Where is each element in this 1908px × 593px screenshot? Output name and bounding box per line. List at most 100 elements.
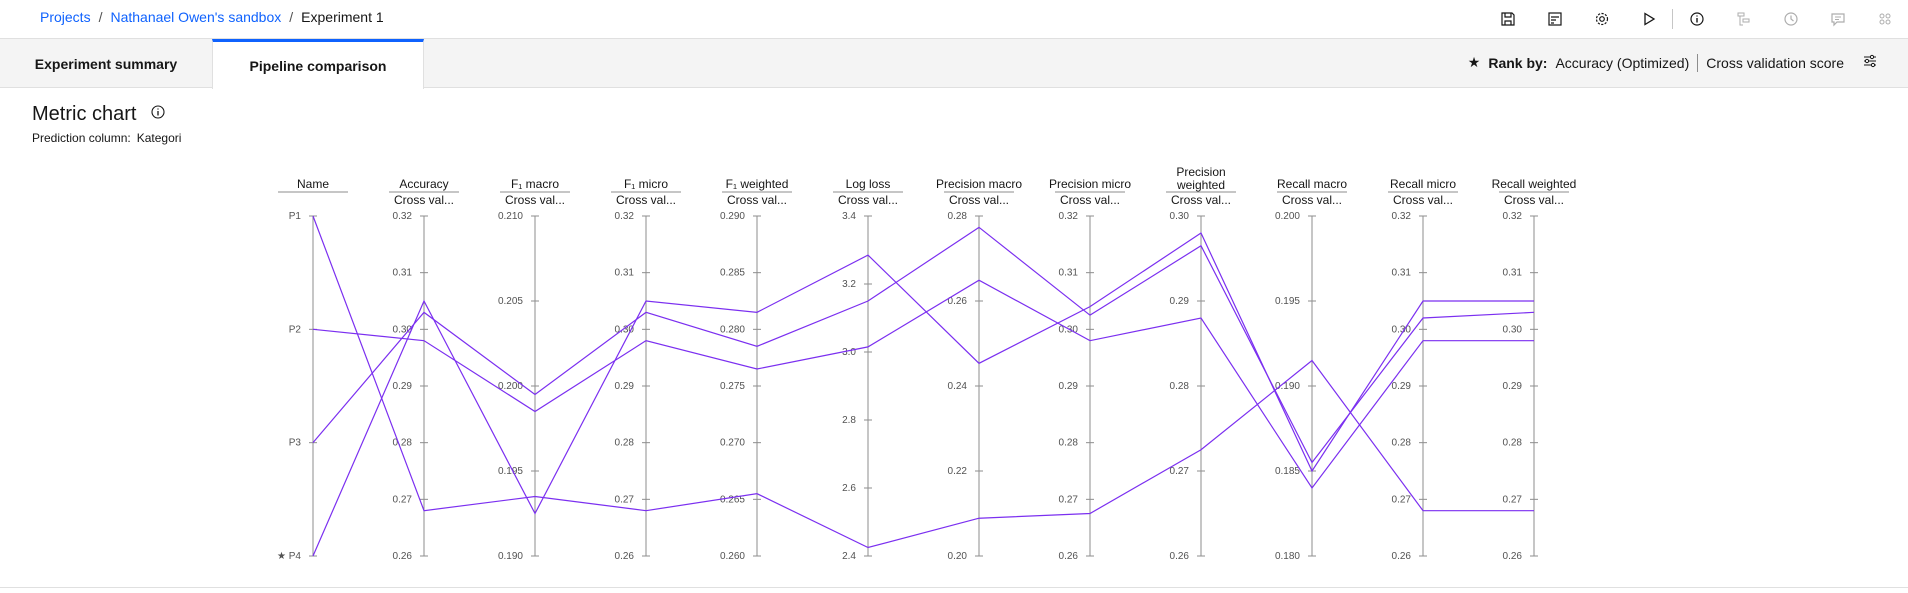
apps-button[interactable] xyxy=(1861,0,1908,38)
tick-label: 0.29 xyxy=(1392,381,1412,392)
run-button[interactable] xyxy=(1625,0,1672,38)
tick-label: 0.28 xyxy=(1503,438,1523,449)
axis-title: Precision micro xyxy=(1049,177,1131,191)
tick-label: 0.27 xyxy=(1503,494,1523,505)
tick-label: 0.31 xyxy=(1392,268,1412,279)
tick-label: 2.8 xyxy=(842,415,856,426)
tick-label: 0.31 xyxy=(615,268,635,279)
tick-label: 0.26 xyxy=(615,551,635,562)
tick-label: 0.22 xyxy=(948,466,968,477)
tick-label: 0.205 xyxy=(498,296,523,307)
tick-label: 0.26 xyxy=(393,551,413,562)
tick-label: 0.31 xyxy=(1503,268,1523,279)
axis-subtitle: Cross val... xyxy=(838,193,898,207)
history-button[interactable] xyxy=(1767,0,1814,38)
breadcrumb-sandbox[interactable]: Nathanael Owen's sandbox xyxy=(110,9,281,25)
sliders-icon xyxy=(1864,54,1876,68)
save-icon xyxy=(1500,12,1515,26)
settings-icon xyxy=(1595,12,1608,26)
tick-label: 0.28 xyxy=(1170,381,1190,392)
save-as-icon xyxy=(1547,12,1562,26)
tick-label: 0.28 xyxy=(393,438,413,449)
metric-chart: Name P1 P2 P3 ★ P4 Accuracy Cross val... 0.32 0.… xyxy=(277,165,1577,562)
tick-label: 0.210 xyxy=(498,211,523,222)
tick-label: P1 xyxy=(289,211,302,222)
save-as-button[interactable] xyxy=(1531,0,1578,38)
tick-label: P2 xyxy=(289,324,302,335)
apps-icon xyxy=(1879,13,1890,25)
tick-label: 0.275 xyxy=(720,381,745,392)
tick-label: 0.260 xyxy=(720,551,745,562)
tick-label: 0.180 xyxy=(1275,551,1300,562)
axis-subtitle: Cross val... xyxy=(1060,193,1120,207)
axis-subtitle: Cross val... xyxy=(1504,193,1564,207)
tick-label: 0.24 xyxy=(948,381,968,392)
tick-label: 3.0 xyxy=(842,347,856,358)
run-icon xyxy=(1643,12,1655,26)
info-icon[interactable] xyxy=(150,103,166,126)
tick-label: 0.26 xyxy=(1503,551,1523,562)
tick-label: 0.27 xyxy=(1059,494,1079,505)
tab-experiment-summary[interactable]: Experiment summary xyxy=(0,39,212,88)
tick-label: 0.32 xyxy=(1503,211,1523,222)
tick-label: 0.30 xyxy=(1170,211,1190,222)
breadcrumb: Projects / Nathanael Owen's sandbox / Ex… xyxy=(40,9,384,25)
axis-title: F₁ macro xyxy=(511,177,559,191)
tick-label: 0.20 xyxy=(948,551,968,562)
tick-label: 0.28 xyxy=(615,438,635,449)
tick-label: 2.4 xyxy=(842,551,856,562)
tick-label: 0.185 xyxy=(1275,466,1300,477)
tick-label: 2.6 xyxy=(842,483,856,494)
tick-label: 0.32 xyxy=(615,211,635,222)
axis-subtitle: Cross val... xyxy=(616,193,676,207)
axis-subtitle: Cross val... xyxy=(505,193,565,207)
axis-subtitle: Cross val... xyxy=(394,193,454,207)
axis-title: weighted xyxy=(1176,178,1225,192)
tick-label: 0.29 xyxy=(393,381,413,392)
axis-title: F₁ micro xyxy=(624,177,668,191)
save-button[interactable] xyxy=(1484,0,1531,38)
axis-subtitle: Cross val... xyxy=(1171,193,1231,207)
axis-title: Recall weighted xyxy=(1492,177,1577,191)
tick-label: 0.27 xyxy=(615,494,635,505)
tick-label: 0.28 xyxy=(1392,438,1412,449)
tick-label: 0.30 xyxy=(1059,324,1079,335)
tick-label: 0.26 xyxy=(1392,551,1412,562)
tick-label: ★ P4 xyxy=(277,551,301,562)
axis-subtitle: Cross val... xyxy=(727,193,787,207)
metric-chart-heading: Metric chart xyxy=(32,103,137,125)
tree-button[interactable] xyxy=(1720,0,1767,38)
tick-label: 0.28 xyxy=(1059,438,1079,449)
rank-by-label: Rank by: xyxy=(1488,54,1548,71)
rank-metric: Accuracy (Optimized) xyxy=(1555,54,1690,71)
prediction-column-value: Kategori xyxy=(136,131,182,145)
settings-button[interactable] xyxy=(1578,0,1625,38)
tick-label: 0.190 xyxy=(498,551,523,562)
tick-label: 0.285 xyxy=(720,268,745,279)
axis-title: Recall macro xyxy=(1277,177,1347,191)
tick-label: 0.31 xyxy=(393,268,413,279)
tick-label: 0.29 xyxy=(615,381,635,392)
series-line-p3 xyxy=(312,226,1535,464)
tick-label: 0.200 xyxy=(1275,211,1300,222)
rank-settings-button[interactable] xyxy=(1862,53,1878,72)
tick-label: 0.280 xyxy=(720,324,745,335)
axis-title: F₁ weighted xyxy=(726,177,789,191)
tick-label: 0.270 xyxy=(720,438,745,449)
info-button[interactable] xyxy=(1673,0,1720,38)
axis-title: Name xyxy=(297,177,329,191)
tab-pipeline-comparison[interactable]: Pipeline comparison xyxy=(212,39,424,89)
tick-label: 0.30 xyxy=(1503,324,1523,335)
comment-button[interactable] xyxy=(1814,0,1861,38)
breadcrumb-projects[interactable]: Projects xyxy=(40,9,91,25)
tick-label: 0.29 xyxy=(1503,381,1523,392)
tick-label: 0.290 xyxy=(720,211,745,222)
axis-subtitle: Cross val... xyxy=(1282,193,1342,207)
metric-chart-title: Metric chart xyxy=(32,103,166,126)
tab-bar: Experiment summary Pipeline comparison ★… xyxy=(0,38,1908,89)
tick-label: 0.32 xyxy=(393,211,413,222)
rank-divider xyxy=(1697,53,1699,72)
axis-title: Log loss xyxy=(846,177,891,191)
tick-label: 0.26 xyxy=(1170,551,1190,562)
tick-label: 0.29 xyxy=(1059,381,1079,392)
